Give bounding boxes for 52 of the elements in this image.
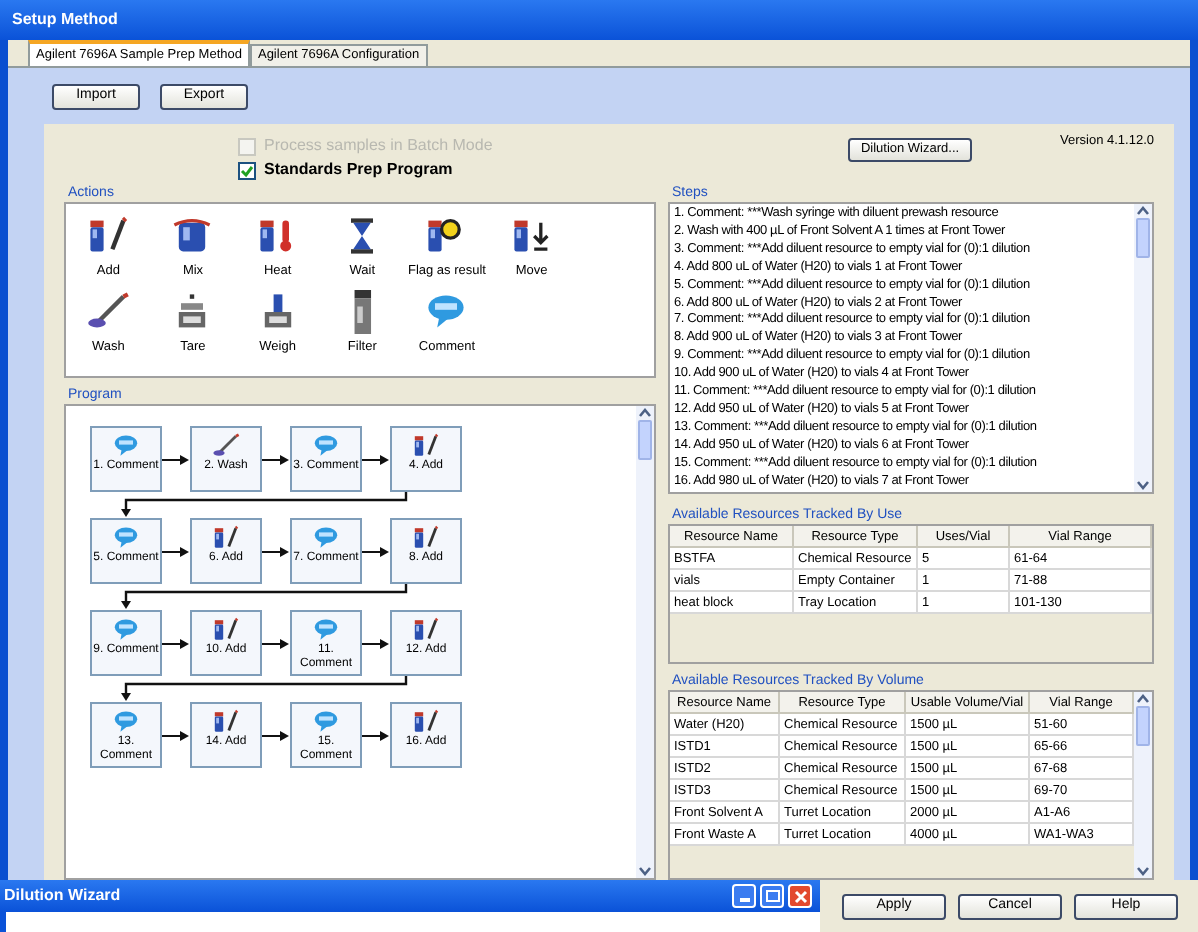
speech-bubble-icon — [312, 432, 340, 460]
scroll-down-icon[interactable] — [1136, 866, 1150, 876]
arrow-connector — [262, 453, 290, 465]
syringe-icon — [212, 432, 240, 460]
arrow-connector — [262, 637, 290, 649]
arrow-connector — [162, 453, 190, 465]
minimize-button[interactable] — [732, 884, 756, 908]
scroll-up-icon[interactable] — [1136, 206, 1150, 216]
checkbox-label: Standards Prep Program — [264, 158, 453, 182]
speech-bubble-icon — [312, 616, 340, 644]
arrow-connector — [362, 453, 390, 465]
speech-bubble-icon — [112, 432, 140, 460]
scroll-down-icon[interactable] — [1136, 480, 1150, 490]
scroll-thumb[interactable] — [1136, 218, 1150, 258]
window-title: Dilution Wizard — [4, 884, 121, 908]
speech-bubble-icon — [312, 708, 340, 736]
scrollbar[interactable] — [1134, 692, 1152, 878]
vial-pipette-icon — [212, 524, 240, 552]
scrollbar[interactable] — [1134, 204, 1152, 492]
maximize-button[interactable] — [760, 884, 784, 908]
vial-pipette-icon — [412, 524, 440, 552]
arrow-connector — [262, 545, 290, 557]
window-title: Setup Method — [12, 8, 118, 32]
maximize-icon — [765, 890, 779, 902]
arrow-connector — [362, 729, 390, 741]
arrow-connector — [162, 545, 190, 557]
filter-vial-icon — [353, 289, 372, 334]
vial-pipette-icon — [212, 616, 240, 644]
close-button[interactable] — [788, 884, 812, 908]
vial-pipette-icon — [212, 708, 240, 736]
vial-pipette-icon — [412, 708, 440, 736]
scroll-down-icon[interactable] — [638, 866, 652, 876]
scroll-up-icon[interactable] — [638, 408, 652, 418]
arrow-connector — [362, 637, 390, 649]
vial-pipette-icon — [412, 432, 440, 460]
check-icon — [240, 163, 254, 177]
scroll-up-icon[interactable] — [1136, 694, 1150, 704]
checkbox[interactable] — [238, 161, 256, 179]
speech-bubble-icon — [112, 524, 140, 552]
vial-pipette-icon — [412, 616, 440, 644]
arrow-connector — [162, 729, 190, 741]
speech-bubble-icon — [312, 524, 340, 552]
minimize-icon — [739, 898, 749, 902]
close-icon — [793, 889, 807, 903]
arrow-connector — [362, 545, 390, 557]
arrow-connector — [162, 637, 190, 649]
scroll-thumb[interactable] — [638, 420, 652, 460]
arrow-connector — [262, 729, 290, 741]
speech-bubble-icon — [112, 708, 140, 736]
scrollbar[interactable] — [636, 406, 654, 878]
speech-bubble-icon — [112, 616, 140, 644]
scroll-thumb[interactable] — [1136, 706, 1150, 746]
